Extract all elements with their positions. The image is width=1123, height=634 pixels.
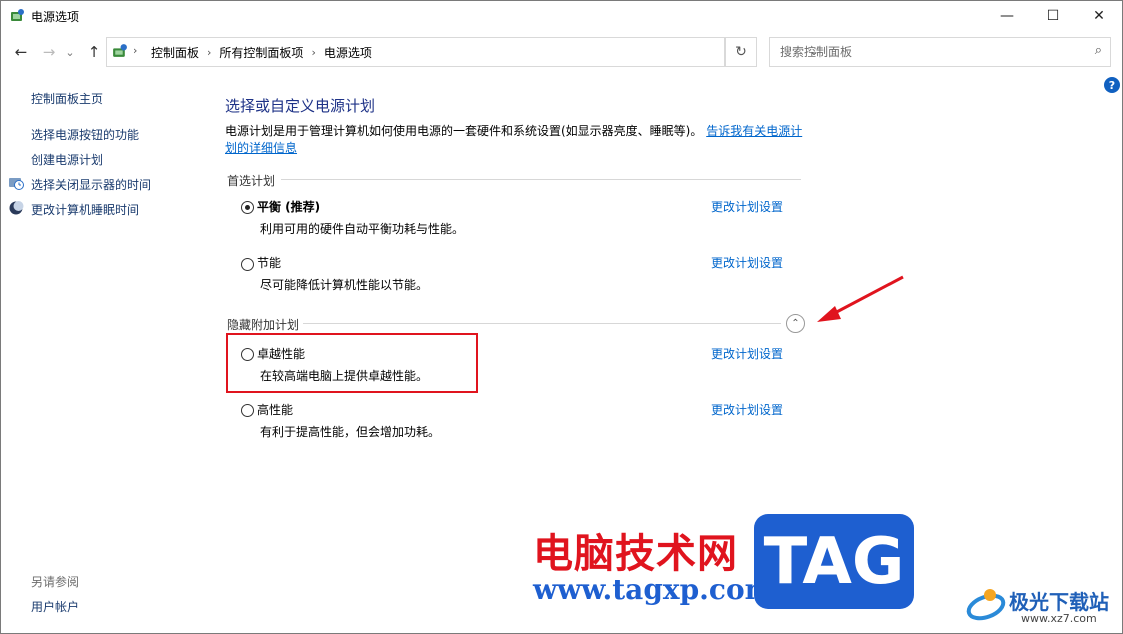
plan-desc-balanced: 利用可用的硬件自动平衡功耗与性能。 <box>260 222 465 236</box>
power-options-window: 电源选项 — ☐ ✕ ← → ⌄ ↑ › 控制面板 › 所有控制面板项 › 电源… <box>0 0 1123 634</box>
section-divider <box>281 179 801 180</box>
breadcrumb-item-control-panel[interactable]: 控制面板 <box>151 44 199 61</box>
back-button[interactable]: ← <box>11 42 31 62</box>
page-title: 选择或自定义电源计划 <box>225 97 376 115</box>
breadcrumb-item-power-options[interactable]: 电源选项 <box>324 44 372 61</box>
close-button[interactable]: ✕ <box>1076 1 1122 31</box>
chevron-right-icon[interactable]: › <box>311 46 315 59</box>
power-options-icon <box>11 9 24 21</box>
plan-desc-power-saver: 尽可能降低计算机性能以节能。 <box>260 278 429 292</box>
watermark-logo-text: 极光下载站 <box>1009 590 1109 614</box>
chevron-up-icon: ⌃ <box>791 318 800 329</box>
preferred-plans-label: 首选计划 <box>227 174 276 188</box>
sidebar-user-accounts-link[interactable]: 用户帐户 <box>31 598 79 615</box>
watermark-tag-logo: TAG <box>754 514 914 609</box>
description-text: 电源计划是用于管理计算机如何使用电源的一套硬件和系统设置(如显示器亮度、睡眠等)… <box>225 124 703 138</box>
window-title: 电源选项 <box>31 10 80 24</box>
plan-name-high-performance[interactable]: 高性能 <box>257 401 293 418</box>
change-plan-settings-power-saver[interactable]: 更改计划设置 <box>711 254 783 271</box>
change-plan-settings-ultimate[interactable]: 更改计划设置 <box>711 345 783 362</box>
recent-locations-button[interactable]: ⌄ <box>63 42 77 62</box>
help-icon[interactable]: ? <box>1104 77 1120 93</box>
sidebar-power-button-link[interactable]: 选择电源按钮的功能 <box>31 126 139 143</box>
forward-button[interactable]: → <box>39 42 59 62</box>
search-icon[interactable]: ⌕ <box>1095 43 1102 58</box>
refresh-button[interactable]: ↻ <box>725 37 757 67</box>
hidden-plans-label: 隐藏附加计划 <box>227 318 300 332</box>
up-button[interactable]: ↑ <box>84 42 104 62</box>
control-panel-icon <box>113 44 127 57</box>
plan-name-power-saver[interactable]: 节能 <box>257 254 281 271</box>
sleep-moon-icon <box>9 201 24 215</box>
collapse-hidden-plans-button[interactable]: ⌃ <box>786 314 805 333</box>
search-box[interactable]: ⌕ <box>769 37 1111 67</box>
plan-radio-power-saver[interactable] <box>241 258 254 271</box>
section-divider <box>303 323 781 324</box>
minimize-button[interactable]: — <box>984 1 1030 31</box>
plan-radio-high-performance[interactable] <box>241 404 254 417</box>
change-plan-settings-balanced[interactable]: 更改计划设置 <box>711 198 783 215</box>
title-bar: 电源选项 — ☐ ✕ <box>1 1 1122 31</box>
red-arrow-annotation <box>817 275 904 322</box>
sidebar-home-link[interactable]: 控制面板主页 <box>31 90 103 107</box>
breadcrumb-root-chevron-icon: › <box>133 44 138 57</box>
sidebar-create-plan-link[interactable]: 创建电源计划 <box>31 151 103 168</box>
sidebar-display-off-link[interactable]: 选择关闭显示器的时间 <box>31 176 151 193</box>
plan-radio-balanced[interactable] <box>241 201 254 214</box>
plan-name-balanced[interactable]: 平衡 (推荐) <box>257 198 320 215</box>
sidebar-sleep-link[interactable]: 更改计算机睡眠时间 <box>31 201 139 218</box>
breadcrumb-item-all-items[interactable]: 所有控制面板项 <box>219 44 303 61</box>
see-also-label: 另请参阅 <box>31 575 80 589</box>
maximize-button[interactable]: ☐ <box>1030 1 1076 31</box>
address-row: ← → ⌄ ↑ › 控制面板 › 所有控制面板项 › 电源选项 ⌄ ↻ ⌕ <box>1 37 1122 67</box>
watermark-url: www.tagxp.com <box>533 573 775 606</box>
address-bar[interactable]: › 控制面板 › 所有控制面板项 › 电源选项 ⌄ <box>106 37 819 67</box>
aurora-logo-icon <box>966 589 1006 621</box>
watermark-site-name: 电脑技术网 <box>533 531 738 577</box>
radio-selected-dot <box>245 205 250 210</box>
change-plan-settings-high-performance[interactable]: 更改计划设置 <box>711 401 783 418</box>
display-clock-icon <box>9 178 24 190</box>
red-highlight-box <box>226 333 478 393</box>
watermark-logo-url: www.xz7.com <box>1021 612 1097 625</box>
page-description: 电源计划是用于管理计算机如何使用电源的一套硬件和系统设置(如显示器亮度、睡眠等)… <box>225 123 805 157</box>
search-input[interactable] <box>778 43 1082 61</box>
chevron-right-icon[interactable]: › <box>207 46 211 59</box>
plan-desc-high-performance: 有利于提高性能，但会增加功耗。 <box>260 425 441 439</box>
breadcrumb: 控制面板 › 所有控制面板项 › 电源选项 <box>151 44 372 61</box>
